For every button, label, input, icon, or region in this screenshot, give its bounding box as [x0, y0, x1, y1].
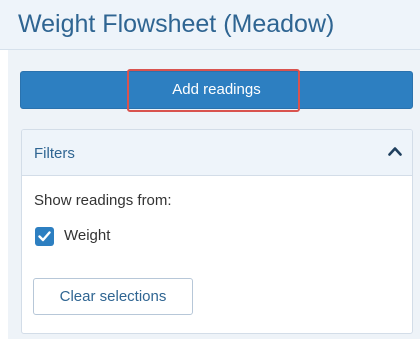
page-title: Weight Flowsheet (Meadow)	[18, 10, 335, 38]
check-icon	[38, 231, 51, 242]
add-readings-button[interactable]: Add readings	[20, 69, 413, 112]
weight-checkbox[interactable]	[35, 227, 54, 246]
filters-panel: Filters Show readings from: Weight Clear…	[21, 129, 413, 334]
show-readings-label: Show readings from:	[34, 192, 172, 209]
clear-selections-button[interactable]: Clear selections	[33, 278, 193, 315]
highlight-box	[127, 69, 300, 112]
title-bar: Weight Flowsheet (Meadow)	[0, 0, 420, 50]
filters-title: Filters	[34, 145, 75, 162]
filters-header[interactable]: Filters	[22, 130, 412, 176]
chevron-up-icon[interactable]	[388, 146, 402, 156]
clear-selections-label: Clear selections	[59, 288, 167, 305]
weight-checkbox-label: Weight	[64, 227, 111, 244]
